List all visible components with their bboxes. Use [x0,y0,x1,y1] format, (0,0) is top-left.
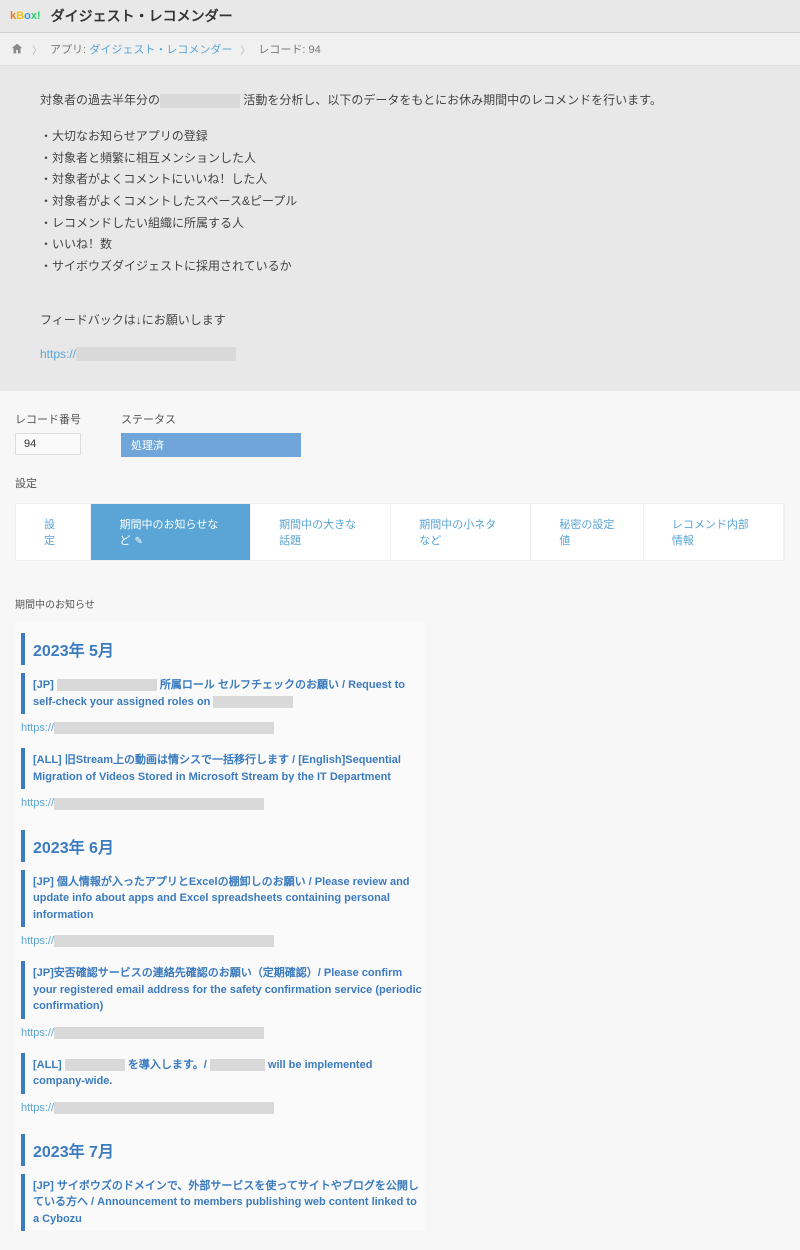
record-number-label: レコード番号 [15,411,81,427]
redacted-block [54,935,274,947]
news-title-link[interactable]: [JP]安否確認サービスの連絡先確認のお願い（定期確認）/ Please con… [33,967,422,1012]
bullet-item: ・レコメンドしたい組織に所属する人 [40,213,760,235]
tab-settings[interactable]: 設定 [16,504,91,560]
content-section-label: 期間中のお知らせ [15,596,785,611]
redacted-block [57,679,157,691]
chevron-icon: 〉 [32,42,42,57]
bullet-item: ・対象者がよくコメントにいいね！した人 [40,169,760,191]
status-label: ステータス [121,411,301,427]
news-title-link[interactable]: [ALL] を導入します。/ will be implemented compa… [33,1059,372,1088]
content-box: 2023年 5月 [JP] 所属ロール セルフチェックのお願い / Reques… [15,621,425,1231]
redacted-block [54,722,274,734]
content-section: 期間中のお知らせ 2023年 5月 [JP] 所属ロール セルフチェックのお願い… [0,581,800,1250]
month-header: 2023年 5月 [21,633,425,665]
tab-announcements[interactable]: 期間中のお知らせなど✎ [91,504,251,560]
breadcrumb: 〉 アプリ: ダイジェスト・レコメンダー 〉 レコード: 94 [0,33,800,66]
news-url-link[interactable]: https:// [21,797,264,809]
news-item: [ALL] を導入します。/ will be implemented compa… [21,1053,425,1094]
fields-section: レコード番号 94 ステータス 処理済 設定 設定 期間中のお知らせなど✎ 期間… [0,391,800,581]
settings-label: 設定 [15,475,785,491]
redacted-block [54,798,264,810]
news-item: [JP] 所属ロール セルフチェックのお願い / Request to self… [21,673,425,714]
tab-small-topics[interactable]: 期間中の小ネタなど [391,504,531,560]
redacted-block [210,1059,265,1071]
chevron-icon: 〉 [240,42,250,57]
intro-text: 対象者の過去半年分の 活動を分析し、以下のデータをもとにお休み期間中のレコメンド… [40,91,760,110]
home-icon[interactable] [10,42,24,56]
tab-internal-info[interactable]: レコメンド内部情報 [644,504,784,560]
fields-row: レコード番号 94 ステータス 処理済 [15,411,785,457]
feedback-text: フィードバックは↓にお願いします [40,311,760,330]
bullet-item: ・サイボウズダイジェストに採用されているか [40,256,760,278]
feedback-link[interactable]: https:// [40,347,236,361]
news-item: [JP] サイボウズのドメインで、外部サービスを使ってサイトやブログを公開してい… [21,1174,425,1232]
page-title: ダイジェスト・レコメンダー [51,6,233,26]
tab-secret-settings[interactable]: 秘密の設定値 [531,504,643,560]
redacted-block [76,347,236,361]
redacted-block [160,94,240,108]
redacted-block [213,696,293,708]
news-title-link[interactable]: [ALL] 旧Stream上の動画は情シスで一括移行します / [English… [33,754,401,783]
bullet-item: ・大切なお知らせアプリの登録 [40,126,760,148]
top-header: kBox! ダイジェスト・レコメンダー [0,0,800,33]
redacted-block [54,1027,264,1039]
bullet-item: ・対象者がよくコメントしたスペース&ピープル [40,191,760,213]
status-field: ステータス 処理済 [121,411,301,457]
news-url-link[interactable]: https:// [21,935,274,947]
record-number-field: レコード番号 94 [15,411,81,457]
news-url-link[interactable]: https:// [21,1027,264,1039]
news-title-link[interactable]: [JP] 個人情報が入ったアプリとExcelの棚卸しのお願い / Please … [33,876,410,921]
news-item: [JP] 個人情報が入ったアプリとExcelの棚卸しのお願い / Please … [21,870,425,928]
edit-icon: ✎ [134,536,142,547]
month-header: 2023年 6月 [21,830,425,862]
redacted-block [54,1102,274,1114]
bullet-list: ・大切なお知らせアプリの登録 ・対象者と頻繁に相互メンションした人 ・対象者がよ… [40,126,760,277]
description-section: 対象者の過去半年分の 活動を分析し、以下のデータをもとにお休み期間中のレコメンド… [0,66,800,391]
bullet-item: ・いいね！数 [40,234,760,256]
bullet-item: ・対象者と頻繁に相互メンションした人 [40,148,760,170]
redacted-block [65,1059,125,1071]
record-number-value: 94 [15,433,81,455]
news-item: [JP]安否確認サービスの連絡先確認のお願い（定期確認）/ Please con… [21,961,425,1019]
news-title-link[interactable]: [JP] 所属ロール セルフチェックのお願い / Request to self… [33,679,405,708]
status-value: 処理済 [121,433,301,457]
news-url-link[interactable]: https:// [21,1102,274,1114]
breadcrumb-app[interactable]: アプリ: ダイジェスト・レコメンダー [50,41,232,57]
logo: kBox! [10,10,41,22]
news-title-link[interactable]: [JP] サイボウズのドメインで、外部サービスを使ってサイトやブログを公開してい… [33,1180,419,1225]
news-item: [ALL] 旧Stream上の動画は情シスで一括移行します / [English… [21,748,425,789]
breadcrumb-record: レコード: 94 [258,41,320,57]
month-header: 2023年 7月 [21,1134,425,1166]
news-url-link[interactable]: https:// [21,722,274,734]
tabs: 設定 期間中のお知らせなど✎ 期間中の大きな話題 期間中の小ネタなど 秘密の設定… [15,503,785,561]
tab-big-topics[interactable]: 期間中の大きな話題 [251,504,391,560]
